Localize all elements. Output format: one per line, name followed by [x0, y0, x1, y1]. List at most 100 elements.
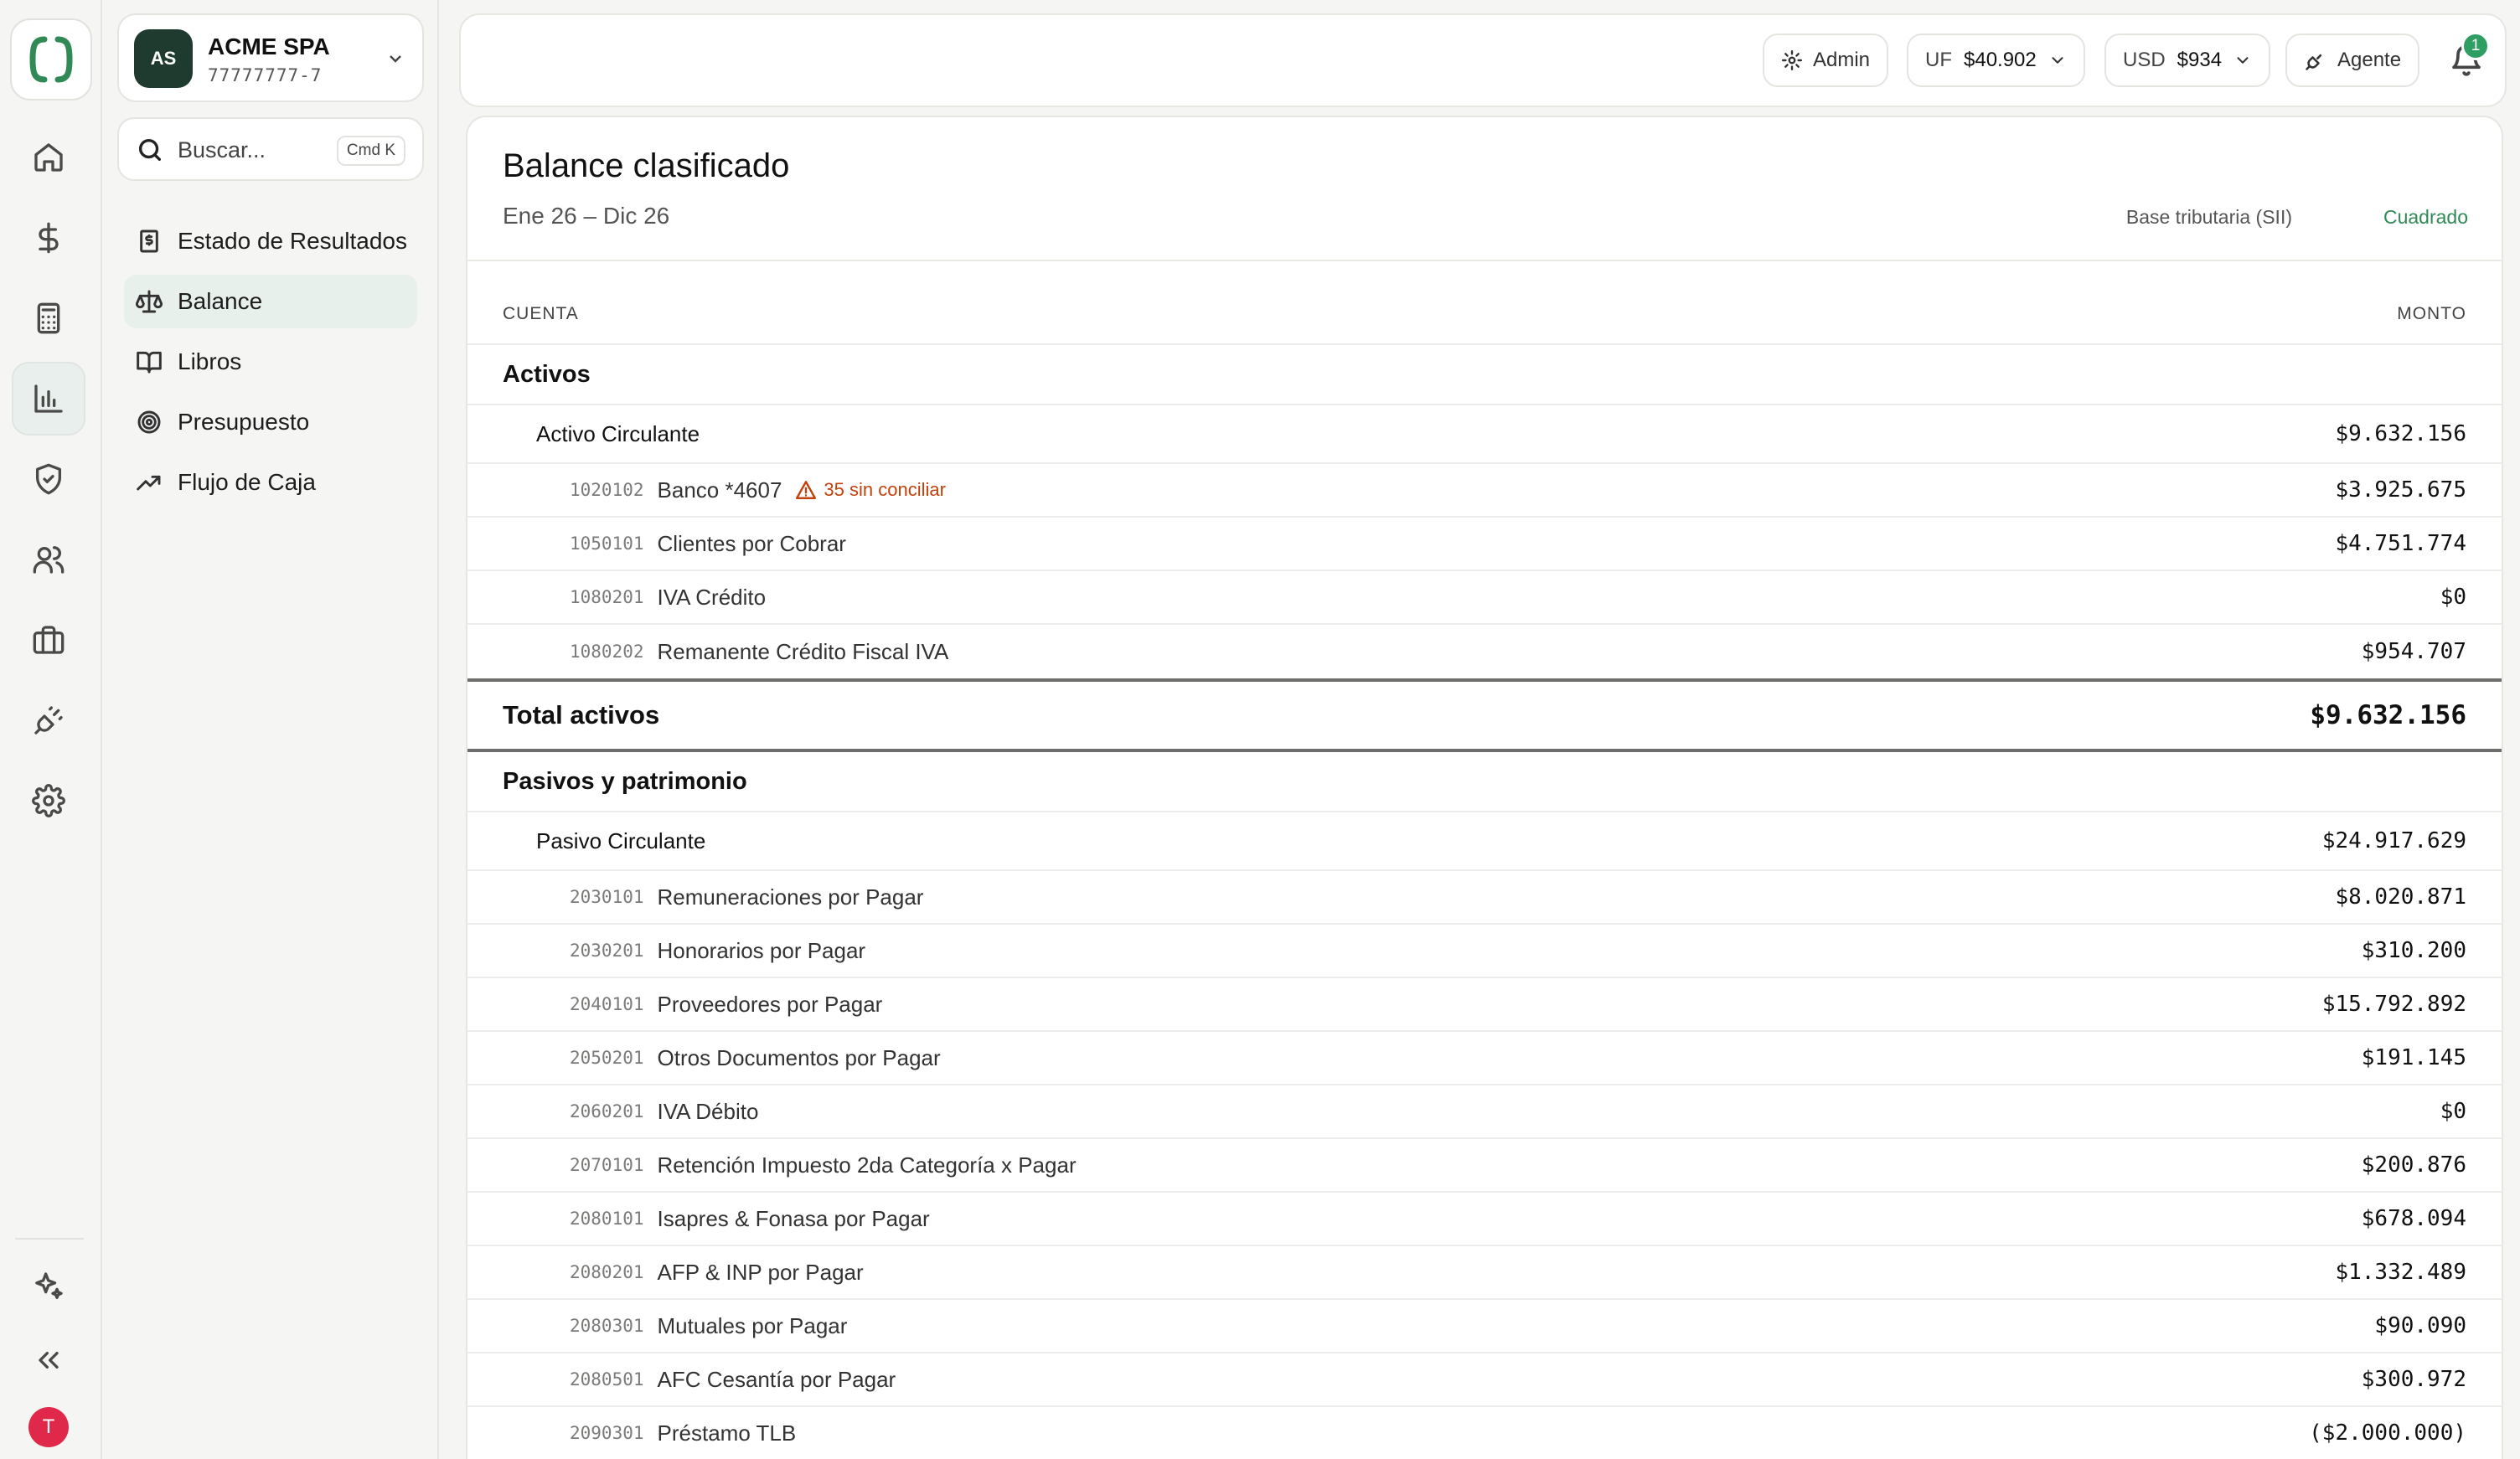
rail-settings-button[interactable]: [12, 764, 85, 838]
section-row-liabilities[interactable]: Pasivos y patrimonio: [467, 752, 2502, 812]
column-header-account: CUENTA: [503, 304, 579, 323]
search-shortcut: Cmd K: [336, 136, 405, 166]
scale-icon: [136, 290, 163, 313]
column-header-amount: MONTO: [2397, 304, 2466, 323]
admin-label: Admin: [1813, 49, 1871, 71]
account-row[interactable]: 1080201 IVA Crédito $0: [467, 571, 2502, 625]
collapse-icon: [39, 1352, 59, 1369]
rail-integrations-button[interactable]: [12, 683, 85, 757]
rail-home-button[interactable]: [12, 121, 85, 194]
sidebar-item-estado-resultados[interactable]: Estado de Resultados: [124, 214, 417, 268]
account-name: Banco *4607: [657, 477, 782, 503]
rail-divider: [15, 1238, 84, 1240]
account-row[interactable]: 1020102 Banco *4607 35 sin conciliar $3.…: [467, 464, 2502, 518]
chevron-down-icon: [2237, 57, 2249, 64]
account-amount: $310.200: [2361, 938, 2466, 963]
account-name: AFP & INP por Pagar: [657, 1259, 864, 1285]
sidebar-item-label: Estado de Resultados: [178, 228, 407, 254]
account-amount: ($2.000.000): [2309, 1420, 2466, 1446]
section-label: Pasivos y patrimonio: [503, 767, 747, 795]
sidebar-item-label: Balance: [178, 288, 263, 314]
account-amount: $200.876: [2361, 1152, 2466, 1178]
account-name: Retención Impuesto 2da Categoría x Pagar: [657, 1152, 1077, 1178]
account-name: Clientes por Cobrar: [657, 530, 846, 556]
search-icon: [136, 136, 164, 168]
app-logo[interactable]: [10, 18, 92, 101]
account-code: 2050201: [570, 1048, 644, 1068]
trending-up-icon: [137, 475, 161, 491]
reconciliation-warning[interactable]: 35 sin conciliar: [795, 479, 946, 501]
sparkles-icon: [35, 1272, 63, 1299]
account-code: 2080101: [570, 1209, 644, 1229]
uf-rate-selector[interactable]: UF $40.902: [1907, 34, 2085, 87]
account-code: 1020102: [570, 480, 644, 500]
rail-finance-button[interactable]: [12, 201, 85, 275]
agent-plug-icon: [2306, 54, 2322, 70]
section-label: Activos: [503, 360, 591, 388]
group-label: Pasivo Circulante: [536, 827, 706, 853]
sidebar-item-balance[interactable]: Balance: [124, 275, 417, 328]
user-avatar[interactable]: T: [28, 1407, 69, 1447]
account-amount: $15.792.892: [2321, 992, 2466, 1017]
reports-sidebar: AS ACME SPA 77777777-7 Buscar... Cmd K E…: [104, 0, 439, 1459]
rail-collapse-button[interactable]: [12, 1323, 85, 1397]
page-title: Balance clasificado: [503, 147, 790, 184]
account-row[interactable]: 2030201 Honorarios por Pagar $310.200: [467, 925, 2502, 978]
usd-key: USD: [2123, 49, 2166, 71]
account-name: Proveedores por Pagar: [657, 991, 883, 1017]
account-code: 2090301: [570, 1423, 644, 1443]
account-row[interactable]: 2080201 AFP & INP por Pagar $1.332.489: [467, 1246, 2502, 1300]
rail-compliance-button[interactable]: [12, 442, 85, 516]
sidebar-item-flujo-caja[interactable]: Flujo de Caja: [124, 456, 417, 509]
receipt-icon: [140, 229, 158, 253]
account-code: 2080301: [570, 1316, 644, 1336]
usd-value: $934: [2177, 49, 2223, 71]
rail-business-button[interactable]: [12, 603, 85, 677]
account-row[interactable]: 2040101 Proveedores por Pagar $15.792.892: [467, 978, 2502, 1032]
account-row[interactable]: 2080501 AFC Cesantía por Pagar $300.972: [467, 1353, 2502, 1407]
date-range[interactable]: Ene 26 – Dic 26: [503, 203, 669, 229]
agent-label: Agente: [2337, 49, 2402, 71]
sidebar-item-libros[interactable]: Libros: [124, 335, 417, 389]
rail-calculator-button[interactable]: [12, 281, 85, 355]
total-row-assets: Total activos $9.632.156: [467, 678, 2502, 752]
account-row[interactable]: 2060201 IVA Débito $0: [467, 1085, 2502, 1139]
briefcase-icon: [33, 626, 65, 654]
uf-key: UF: [1925, 49, 1952, 71]
rail-reports-button[interactable]: [12, 362, 85, 436]
group-amount: $9.632.156: [2335, 421, 2466, 446]
account-amount: $8.020.871: [2335, 884, 2466, 910]
report-basis[interactable]: Base tributaria (SII): [2126, 206, 2292, 229]
company-switcher[interactable]: AS ACME SPA 77777777-7: [117, 13, 424, 102]
account-code: 2070101: [570, 1155, 644, 1175]
admin-button[interactable]: Admin: [1763, 34, 1889, 87]
account-amount: $678.094: [2361, 1206, 2466, 1231]
account-code: 2080201: [570, 1262, 644, 1282]
account-row[interactable]: 2080101 Isapres & Fonasa por Pagar $678.0…: [467, 1193, 2502, 1246]
account-row[interactable]: 1080202 Remanente Crédito Fiscal IVA $95…: [467, 625, 2502, 678]
total-amount: $9.632.156: [2310, 700, 2466, 730]
rail-ai-button[interactable]: [12, 1250, 85, 1323]
account-row[interactable]: 2050201 Otros Documentos por Pagar $191.1…: [467, 1032, 2502, 1085]
sidebar-item-presupuesto[interactable]: Presupuesto: [124, 395, 417, 449]
group-row-current-liabilities[interactable]: Pasivo Circulante $24.917.629: [467, 812, 2502, 871]
account-amount: $4.751.774: [2335, 531, 2466, 556]
sidebar-item-label: Libros: [178, 348, 242, 374]
account-code: 2040101: [570, 994, 644, 1014]
account-amount: $0: [2440, 585, 2466, 610]
agent-button[interactable]: Agente: [2285, 34, 2420, 87]
search-input[interactable]: Buscar... Cmd K: [117, 117, 424, 181]
account-row[interactable]: 2080301 Mutuales por Pagar $90.090: [467, 1300, 2502, 1353]
account-row[interactable]: 2030101 Remuneraciones por Pagar $8.020.8…: [467, 871, 2502, 925]
usd-rate-selector[interactable]: USD $934: [2104, 34, 2271, 87]
rail-people-button[interactable]: [12, 523, 85, 596]
group-amount: $24.917.629: [2321, 828, 2466, 853]
account-code: 2030101: [570, 887, 644, 907]
group-row-current-assets[interactable]: Activo Circulante $9.632.156: [467, 405, 2502, 464]
company-badge: AS: [134, 29, 193, 88]
account-row[interactable]: 1050101 Clientes por Cobrar $4.751.774: [467, 518, 2502, 571]
account-row[interactable]: 2070101 Retención Impuesto 2da Categoría …: [467, 1139, 2502, 1193]
account-name: Mutuales por Pagar: [657, 1312, 848, 1338]
section-row-assets[interactable]: Activos: [467, 345, 2502, 405]
account-row[interactable]: 2090301 Préstamo TLB ($2.000.000): [467, 1407, 2502, 1459]
